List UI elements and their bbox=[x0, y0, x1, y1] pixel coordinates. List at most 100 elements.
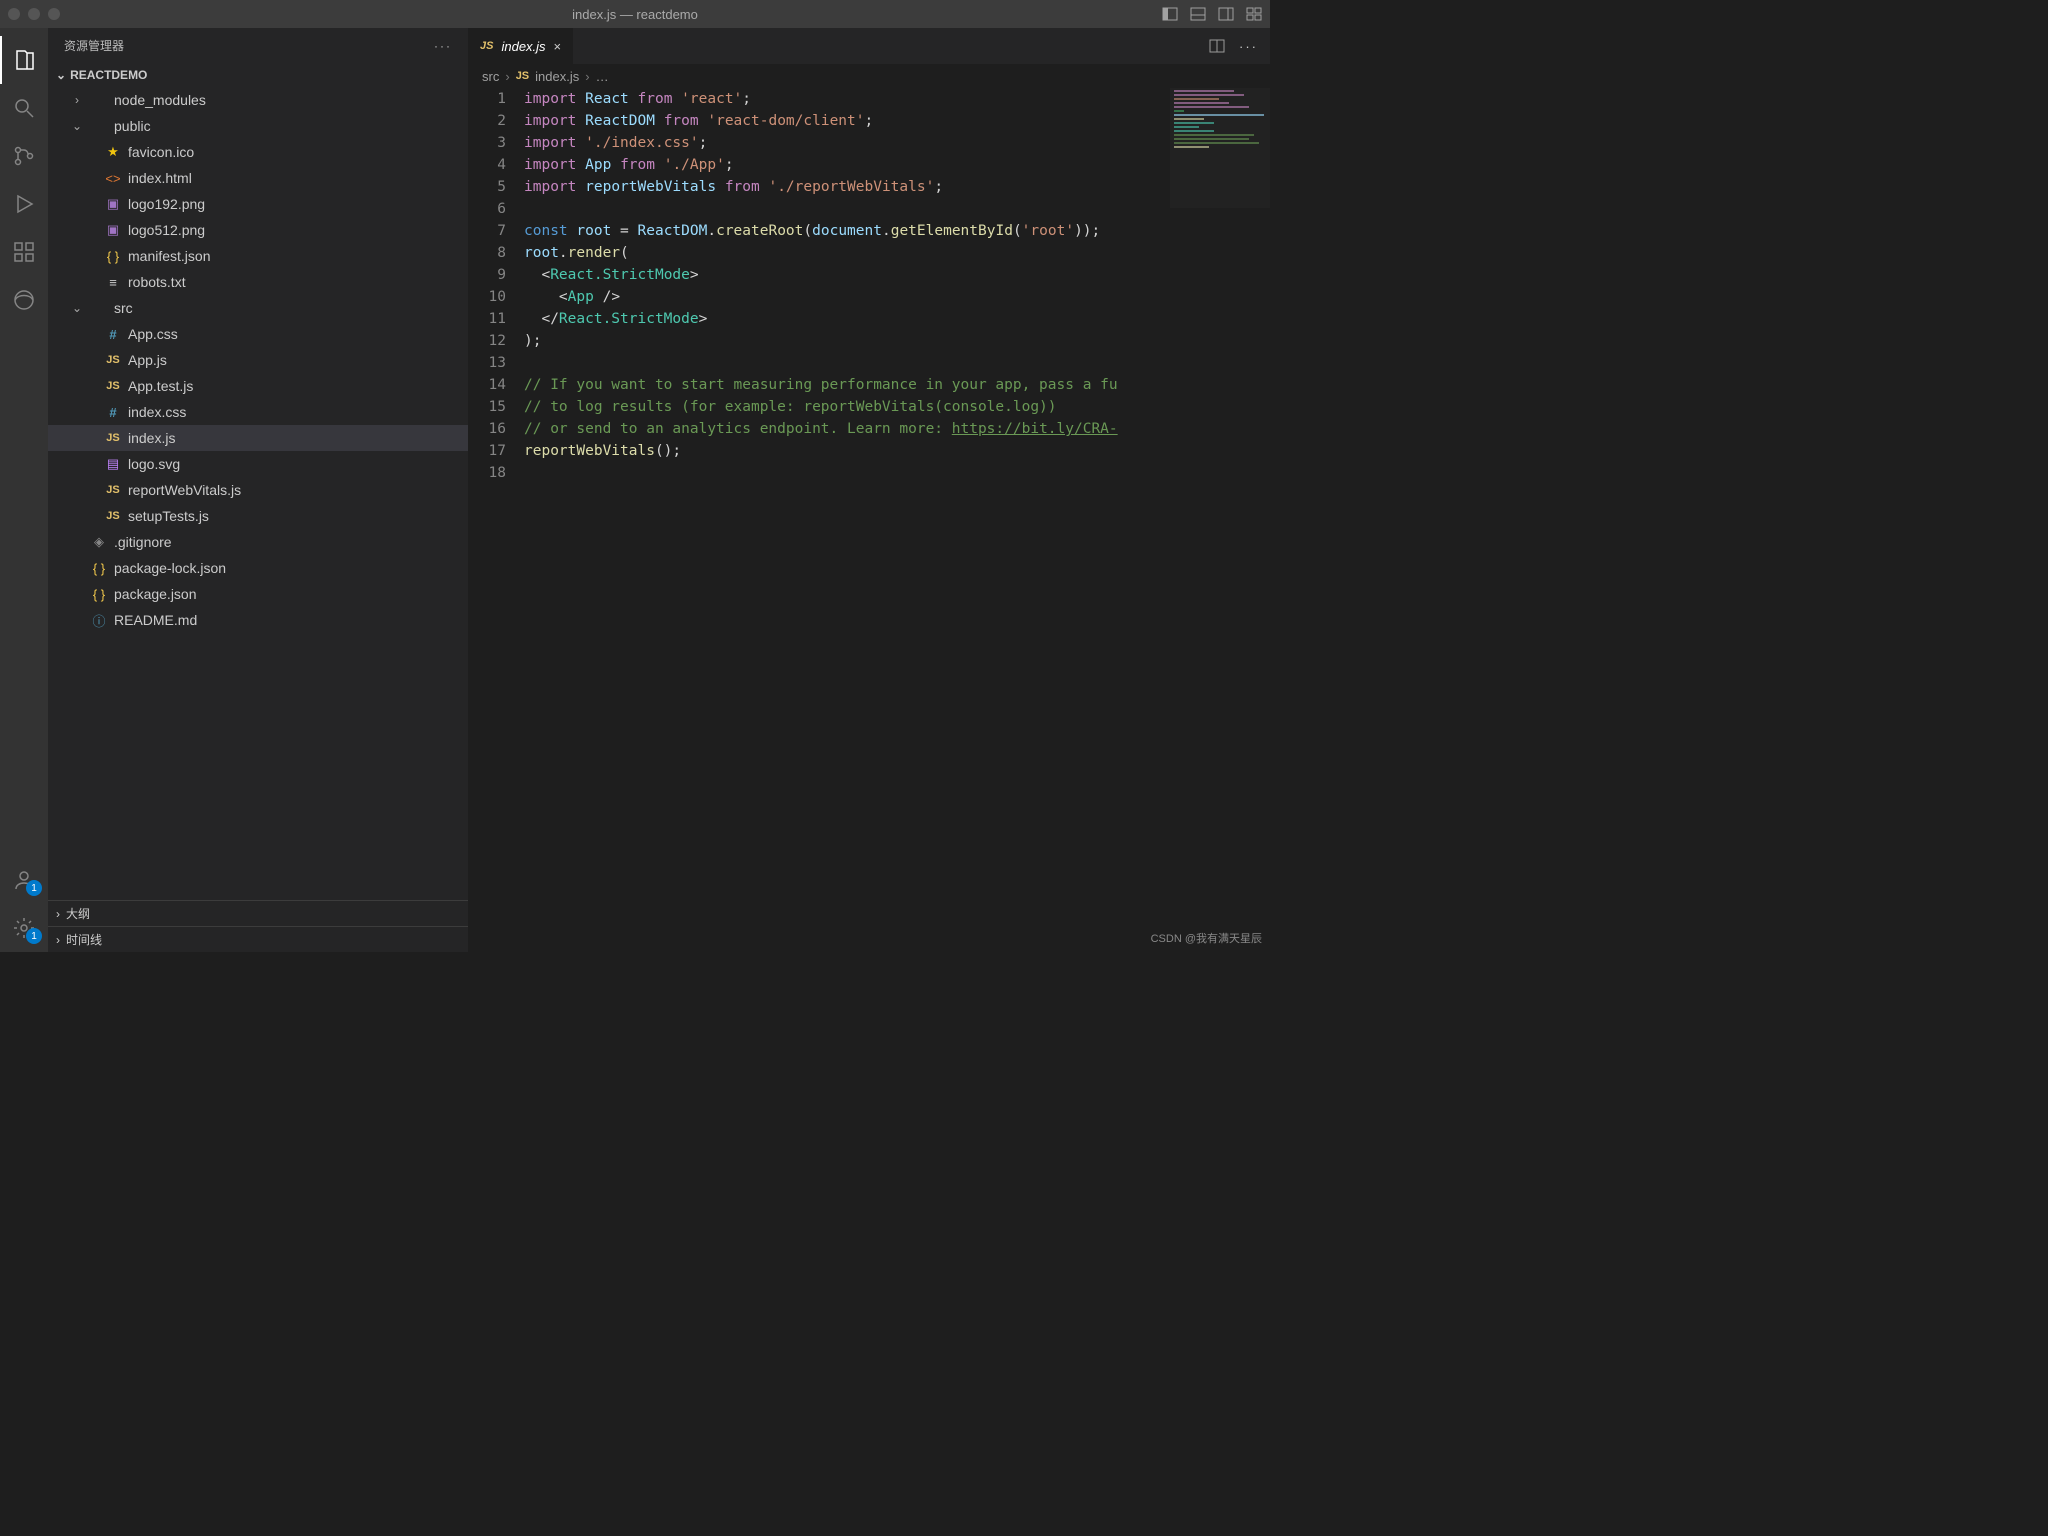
minimize-window-icon[interactable] bbox=[28, 8, 40, 20]
breadcrumb-src[interactable]: src bbox=[482, 69, 499, 84]
file-label: index.css bbox=[128, 404, 186, 420]
file-label: App.js bbox=[128, 352, 167, 368]
file-tree-item[interactable]: { } package.json bbox=[48, 581, 468, 607]
minimap[interactable] bbox=[1170, 88, 1270, 208]
file-tree-item[interactable]: ⓘREADME.md bbox=[48, 607, 468, 633]
js-file-icon: JS bbox=[516, 70, 529, 82]
more-icon[interactable]: ··· bbox=[434, 39, 452, 53]
file-label: robots.txt bbox=[128, 274, 186, 290]
file-tree-item[interactable]: ▣logo512.png bbox=[48, 217, 468, 243]
edge-tools-activity[interactable] bbox=[0, 276, 48, 324]
file-label: .gitignore bbox=[114, 534, 172, 550]
git-icon: ◈ bbox=[90, 533, 108, 551]
file-tree-item[interactable]: › node_modules bbox=[48, 87, 468, 113]
file-label: package.json bbox=[114, 586, 197, 602]
file-label: package-lock.json bbox=[114, 560, 226, 576]
js-icon: JS bbox=[104, 377, 122, 395]
settings-activity[interactable]: 1 bbox=[0, 904, 48, 952]
json-icon: { } bbox=[90, 585, 108, 603]
file-label: logo192.png bbox=[128, 196, 205, 212]
chevron-right-icon: › bbox=[56, 907, 60, 921]
js-file-icon: JS bbox=[480, 40, 493, 52]
img-icon: ▣ bbox=[104, 221, 122, 239]
chevron-right-icon: › bbox=[56, 933, 60, 947]
title-bar-actions bbox=[1162, 6, 1262, 22]
split-editor-icon[interactable] bbox=[1209, 38, 1225, 54]
accounts-badge: 1 bbox=[26, 880, 42, 896]
project-header[interactable]: ⌄ REACTDEMO bbox=[48, 63, 468, 87]
js-icon: JS bbox=[104, 507, 122, 525]
breadcrumbs[interactable]: src › JS index.js › … bbox=[468, 64, 1270, 88]
settings-badge: 1 bbox=[26, 928, 42, 944]
star-icon: ★ bbox=[104, 143, 122, 161]
folder-icon bbox=[90, 299, 108, 317]
file-tree-item[interactable]: ⌄src bbox=[48, 295, 468, 321]
file-tree-item[interactable]: JS index.js bbox=[48, 425, 468, 451]
file-label: reportWebVitals.js bbox=[128, 482, 241, 498]
file-label: App.css bbox=[128, 326, 178, 342]
close-tab-icon[interactable]: × bbox=[554, 39, 562, 54]
file-tree-item[interactable]: ★ favicon.ico bbox=[48, 139, 468, 165]
file-tree-item[interactable]: ▣logo192.png bbox=[48, 191, 468, 217]
file-tree-item[interactable]: ▤logo.svg bbox=[48, 451, 468, 477]
file-tree-item[interactable]: ◈ .gitignore bbox=[48, 529, 468, 555]
line-gutter: 123456789101112131415161718 bbox=[468, 88, 524, 952]
file-label: index.js bbox=[128, 430, 175, 446]
timeline-label: 时间线 bbox=[66, 931, 102, 948]
layout-panel-bottom-icon[interactable] bbox=[1190, 6, 1206, 22]
tab-bar: JS index.js × ··· bbox=[468, 28, 1270, 64]
file-tree-item[interactable]: JSsetupTests.js bbox=[48, 503, 468, 529]
explorer-sidebar: 资源管理器 ··· ⌄ REACTDEMO ›node_modules⌄publ… bbox=[48, 28, 468, 952]
folder-icon bbox=[90, 117, 108, 135]
close-window-icon[interactable] bbox=[8, 8, 20, 20]
file-label: node_modules bbox=[114, 92, 206, 108]
outline-label: 大纲 bbox=[66, 905, 90, 922]
txt-icon: ≡ bbox=[104, 273, 122, 291]
file-tree-item[interactable]: # index.css bbox=[48, 399, 468, 425]
more-actions-icon[interactable]: ··· bbox=[1239, 39, 1258, 54]
file-label: favicon.ico bbox=[128, 144, 194, 160]
outline-section[interactable]: › 大纲 bbox=[48, 900, 468, 926]
file-tree-item[interactable]: <>index.html bbox=[48, 165, 468, 191]
project-name: REACTDEMO bbox=[70, 68, 147, 82]
file-tree-item[interactable]: { } package-lock.json bbox=[48, 555, 468, 581]
css-icon: # bbox=[104, 403, 122, 421]
maximize-window-icon[interactable] bbox=[48, 8, 60, 20]
breadcrumb-file[interactable]: index.js bbox=[535, 69, 579, 84]
json-icon: { } bbox=[104, 247, 122, 265]
file-tree-item[interactable]: #App.css bbox=[48, 321, 468, 347]
layout-sidebar-right-icon[interactable] bbox=[1218, 6, 1234, 22]
breadcrumb-more[interactable]: … bbox=[596, 69, 609, 84]
file-tree-item[interactable]: JSApp.test.js bbox=[48, 373, 468, 399]
sidebar-header: 资源管理器 ··· bbox=[48, 28, 468, 63]
watermark: CSDN @我有满天星辰 bbox=[1151, 930, 1262, 946]
search-activity[interactable] bbox=[0, 84, 48, 132]
file-label: README.md bbox=[114, 612, 197, 628]
accounts-activity[interactable]: 1 bbox=[0, 856, 48, 904]
file-tree-item[interactable]: ⌄public bbox=[48, 113, 468, 139]
file-tree-item[interactable]: JSreportWebVitals.js bbox=[48, 477, 468, 503]
source-control-activity[interactable] bbox=[0, 132, 48, 180]
file-tree-item[interactable]: { } manifest.json bbox=[48, 243, 468, 269]
layout-customize-icon[interactable] bbox=[1246, 6, 1262, 22]
js-icon: JS bbox=[104, 429, 122, 447]
json-icon: { } bbox=[90, 559, 108, 577]
extensions-activity[interactable] bbox=[0, 228, 48, 276]
layout-sidebar-left-icon[interactable] bbox=[1162, 6, 1178, 22]
tab-index-js[interactable]: JS index.js × bbox=[468, 28, 574, 64]
timeline-section[interactable]: › 时间线 bbox=[48, 926, 468, 952]
chevron-down-icon: ⌄ bbox=[56, 68, 66, 82]
file-label: manifest.json bbox=[128, 248, 210, 264]
run-debug-activity[interactable] bbox=[0, 180, 48, 228]
chevron-icon: › bbox=[70, 93, 84, 107]
file-tree-item[interactable]: ≡ robots.txt bbox=[48, 269, 468, 295]
sidebar-title: 资源管理器 bbox=[64, 37, 124, 54]
file-tree-item[interactable]: JSApp.js bbox=[48, 347, 468, 373]
window-title: index.js — reactdemo bbox=[572, 7, 698, 22]
editor-area: JS index.js × ··· src › JS index.js › … … bbox=[468, 28, 1270, 952]
explorer-activity[interactable] bbox=[0, 36, 48, 84]
code-content[interactable]: import React from 'react';import ReactDO… bbox=[524, 88, 1270, 952]
file-label: logo.svg bbox=[128, 456, 180, 472]
code-editor[interactable]: 123456789101112131415161718 import React… bbox=[468, 88, 1270, 952]
file-label: public bbox=[114, 118, 151, 134]
